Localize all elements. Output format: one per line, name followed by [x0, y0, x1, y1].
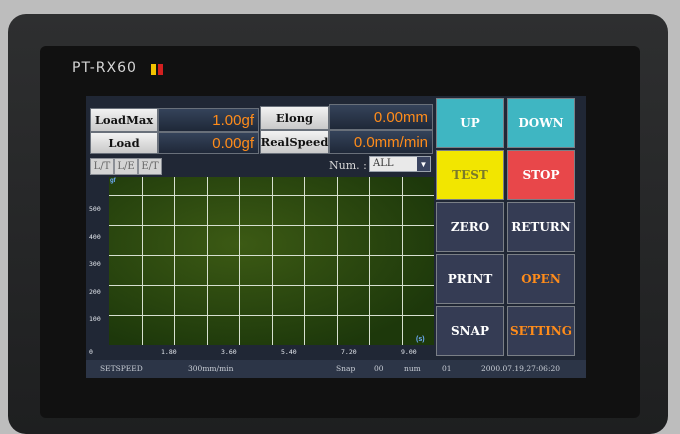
- zero-button[interactable]: ZERO: [436, 202, 504, 252]
- stop-button[interactable]: STOP: [507, 150, 575, 200]
- set-speed-label: SETSPEED: [100, 364, 143, 373]
- num-selector-label: Num. :: [329, 159, 367, 172]
- elong-label: Elong: [260, 106, 329, 130]
- set-speed-value: 300mm/min: [188, 364, 234, 373]
- y-axis-unit-label: gf: [110, 178, 116, 184]
- setting-button[interactable]: SETTING: [507, 306, 575, 356]
- tab-load-time[interactable]: L/T: [90, 158, 114, 175]
- flag-stripe-black: [144, 64, 149, 75]
- y-tick-label: 200: [89, 287, 101, 296]
- y-tick-label: 300: [89, 260, 101, 269]
- chevron-down-icon[interactable]: ▼: [417, 157, 430, 171]
- y-tick-label: 400: [89, 232, 101, 241]
- grid-line-vertical: [142, 177, 143, 345]
- x-axis-unit-label: (s): [416, 336, 425, 343]
- grid-line-horizontal: [109, 255, 434, 256]
- grid-line-vertical: [304, 177, 305, 345]
- grid-line-vertical: [369, 177, 370, 345]
- grid-line-vertical: [337, 177, 338, 345]
- grid-line-horizontal: [109, 195, 434, 196]
- device-model-label: PT-RX60: [72, 60, 137, 76]
- tab-elong-time[interactable]: E/T: [138, 158, 162, 175]
- grid-line-vertical: [272, 177, 273, 345]
- x-tick-label: 9.00: [401, 348, 417, 356]
- snap-value: 00: [374, 364, 384, 373]
- flag-stripe-yellow: [151, 64, 156, 75]
- datetime: 2000.07.19,27:06:20: [481, 364, 561, 373]
- y-tick-label: 0: [89, 348, 93, 356]
- load-label: Load: [90, 132, 158, 154]
- loadmax-label: LoadMax: [90, 108, 158, 132]
- grid-line-vertical: [174, 177, 175, 345]
- print-button[interactable]: PRINT: [436, 254, 504, 304]
- down-button[interactable]: DOWN: [507, 98, 575, 148]
- grid-line-vertical: [402, 177, 403, 345]
- x-tick-label: 3.60: [221, 348, 237, 356]
- realspeed-value: 0.0mm/min: [329, 130, 433, 154]
- realspeed-label: RealSpeed: [260, 130, 329, 154]
- x-tick-label: 1.80: [161, 348, 177, 356]
- status-bar: SETSPEED 300mm/min Snap 00 num 01 2000.0…: [86, 360, 586, 378]
- load-value: 0.00gf: [158, 132, 259, 154]
- elong-value: 0.00mm: [329, 104, 433, 130]
- x-tick-label: 5.40: [281, 348, 297, 356]
- test-button[interactable]: TEST: [436, 150, 504, 200]
- loadmax-value: 1.00gf: [158, 108, 259, 132]
- y-tick-label: 100: [89, 315, 101, 324]
- up-button[interactable]: UP: [436, 98, 504, 148]
- tab-load-elong[interactable]: L/E: [114, 158, 138, 175]
- snap-label: Snap: [336, 364, 356, 373]
- grid-line-vertical: [207, 177, 208, 345]
- grid-line-horizontal: [109, 225, 434, 226]
- num-selector-value: ALL: [373, 158, 394, 169]
- hmi-screen: LoadMax 1.00gf Load 0.00gf Elong 0.00mm …: [86, 96, 586, 378]
- grid-line-horizontal: [109, 285, 434, 286]
- grid-line-horizontal: [109, 315, 434, 316]
- open-button[interactable]: OPEN: [507, 254, 575, 304]
- chart-tabs: L/T L/E E/T: [90, 158, 162, 175]
- flag-stripe-red: [158, 64, 163, 75]
- x-tick-label: 7.20: [341, 348, 357, 356]
- chart-plot-area: [109, 177, 434, 345]
- y-tick-label: 500: [89, 205, 101, 213]
- num-value: 01: [442, 364, 452, 373]
- num-selector-dropdown[interactable]: ALL ▼: [369, 156, 431, 172]
- return-button[interactable]: RETURN: [507, 202, 575, 252]
- num-label: num: [404, 364, 421, 373]
- grid-line-vertical: [239, 177, 240, 345]
- snap-button[interactable]: SNAP: [436, 306, 504, 356]
